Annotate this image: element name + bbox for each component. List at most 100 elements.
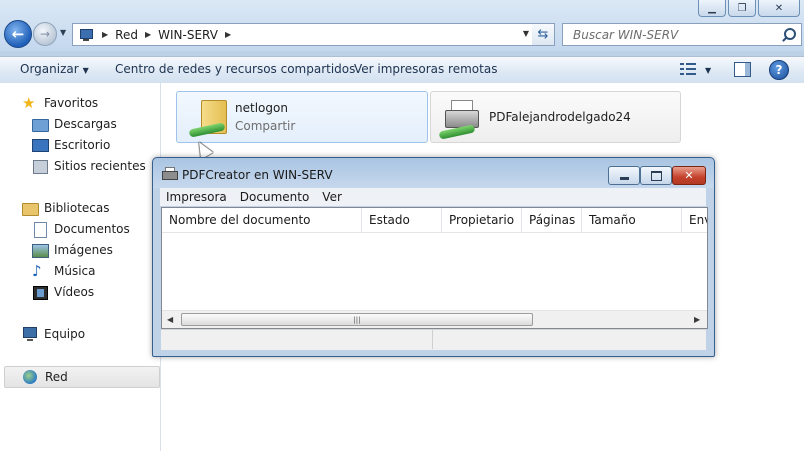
refresh-icon: ⇆: [537, 27, 549, 42]
address-dropdown-icon[interactable]: ▼: [523, 29, 529, 38]
view-options-chevron-icon[interactable]: ▼: [705, 66, 711, 75]
organize-button[interactable]: Organizar ▼: [20, 62, 89, 76]
images-icon: [32, 243, 49, 258]
nav-network-label: Red: [45, 370, 68, 384]
breadcrumb-separator-icon[interactable]: ▶: [225, 30, 231, 39]
nav-images[interactable]: Imágenes: [32, 240, 113, 260]
column-header-size[interactable]: Tamaño: [589, 213, 636, 227]
item-subtitle: Compartir: [235, 119, 296, 133]
nav-favorites[interactable]: ★ Favoritos: [22, 93, 98, 113]
horizontal-scrollbar[interactable]: ◀ ||| ▶: [162, 310, 707, 328]
document-queue-list[interactable]: Nombre del documento Estado Propietario …: [161, 207, 708, 329]
nav-videos-label: Vídeos: [54, 285, 95, 299]
nav-recent[interactable]: Sitios recientes: [32, 156, 146, 176]
search-icon[interactable]: [779, 26, 797, 44]
navigation-row: ← → ▼ ▶ Red ▶ WIN-SERV ▶ ▼ ⇆: [4, 20, 802, 48]
nav-network[interactable]: Red: [4, 366, 160, 388]
nav-documents[interactable]: Documentos: [32, 219, 130, 239]
help-icon[interactable]: ?: [769, 60, 789, 80]
dialog-maximize-button[interactable]: [640, 166, 672, 185]
nav-recent-label: Sitios recientes: [54, 159, 146, 173]
nav-music-label: Música: [54, 264, 96, 278]
chevron-down-icon: ▼: [82, 66, 89, 75]
status-panel: [161, 330, 433, 349]
nav-downloads-label: Descargas: [54, 117, 117, 131]
minimize-icon: ▁: [708, 2, 716, 14]
computer-icon: [22, 327, 38, 341]
change-view-icon[interactable]: [680, 62, 696, 76]
column-header-status[interactable]: Estado: [369, 213, 410, 227]
search-box[interactable]: [562, 23, 802, 46]
column-divider[interactable]: [581, 208, 582, 232]
close-button[interactable]: ✕: [758, 0, 800, 17]
shared-folder-icon: [187, 98, 229, 138]
nav-music[interactable]: ♪ Música: [32, 261, 96, 281]
scrollbar-thumb[interactable]: |||: [181, 313, 533, 326]
breadcrumb-red[interactable]: Red: [115, 28, 138, 42]
dialog-menubar: Impresora Documento Ver: [160, 188, 706, 206]
search-input[interactable]: [571, 26, 779, 43]
nav-desktop-label: Escritorio: [54, 138, 111, 152]
nav-videos[interactable]: Vídeos: [32, 282, 94, 302]
recent-pages-dropdown[interactable]: ▼: [60, 28, 66, 37]
address-bar[interactable]: ▶ Red ▶ WIN-SERV ▶ ▼: [72, 23, 536, 46]
share-item-netlogon[interactable]: netlogon Compartir: [176, 91, 428, 143]
recent-places-icon: [32, 159, 48, 174]
restore-button[interactable]: ❐: [728, 0, 756, 17]
organize-label: Organizar: [20, 62, 79, 76]
nav-desktop[interactable]: Escritorio: [32, 135, 110, 155]
star-icon: ★: [22, 94, 36, 112]
menu-documento[interactable]: Documento: [240, 190, 310, 204]
nav-computer-label: Equipo: [44, 327, 86, 341]
item-name: PDFalejandrodelgado24: [489, 110, 631, 124]
share-item-printer[interactable]: PDFalejandrodelgado24: [430, 91, 681, 143]
scroll-left-icon[interactable]: ◀: [167, 315, 173, 324]
window-caption-controls: ▁ ❐ ✕: [698, 0, 800, 17]
refresh-button[interactable]: ⇆: [532, 23, 555, 46]
nav-libraries[interactable]: Bibliotecas: [22, 198, 109, 218]
scroll-right-icon[interactable]: ▶: [694, 315, 700, 324]
minimize-icon: [619, 176, 629, 180]
column-header-owner[interactable]: Propietario: [449, 213, 514, 227]
column-header-document-name[interactable]: Nombre del documento: [169, 213, 311, 227]
column-header-sent[interactable]: Env: [689, 213, 707, 227]
column-divider[interactable]: [361, 208, 362, 232]
dialog-minimize-button[interactable]: [608, 166, 640, 185]
navigation-pane: ★ Favoritos Descargas Escritorio Sitios …: [0, 83, 161, 451]
breadcrumb-win-serv[interactable]: WIN-SERV: [158, 28, 218, 42]
back-button[interactable]: ←: [4, 20, 32, 48]
menu-impresora[interactable]: Impresora: [166, 190, 227, 204]
column-header-pages[interactable]: Páginas: [529, 213, 575, 227]
preview-pane-icon[interactable]: [734, 62, 751, 77]
network-center-button[interactable]: Centro de redes y recursos compartidos: [115, 62, 355, 76]
column-divider[interactable]: [521, 208, 522, 232]
maximize-icon: [650, 170, 662, 181]
column-divider[interactable]: [681, 208, 682, 232]
list-header: Nombre del documento Estado Propietario …: [162, 208, 707, 233]
remote-printers-button[interactable]: Ver impresoras remotas: [354, 62, 497, 76]
breadcrumb-separator-icon[interactable]: ▶: [102, 30, 108, 39]
printer-app-icon: [162, 167, 178, 181]
desktop-icon: [32, 138, 49, 152]
minimize-button[interactable]: ▁: [698, 0, 726, 17]
menu-ver[interactable]: Ver: [322, 190, 342, 204]
nav-favorites-label: Favoritos: [44, 96, 99, 110]
dialog-statusbar: [161, 329, 706, 350]
column-divider[interactable]: [441, 208, 442, 232]
forward-arrow-icon: →: [39, 27, 51, 41]
grip-icon: |||: [353, 315, 361, 324]
pdfcreator-dialog: PDFCreator en WIN-SERV ✕ Impresora Docum…: [152, 157, 715, 357]
nav-computer[interactable]: Equipo: [22, 324, 85, 344]
status-panel: [433, 330, 705, 349]
downloads-folder-icon: [32, 117, 49, 132]
item-name: netlogon: [235, 101, 288, 115]
back-arrow-icon: ←: [11, 25, 25, 43]
forward-button[interactable]: →: [33, 22, 57, 46]
nav-images-label: Imágenes: [54, 243, 113, 257]
close-icon: ✕: [684, 169, 694, 182]
nav-downloads[interactable]: Descargas: [32, 114, 117, 134]
dialog-close-button[interactable]: ✕: [672, 166, 706, 185]
dialog-titlebar[interactable]: PDFCreator en WIN-SERV ✕: [153, 158, 714, 188]
breadcrumb-separator-icon[interactable]: ▶: [145, 30, 151, 39]
network-computer-icon: [77, 28, 95, 42]
